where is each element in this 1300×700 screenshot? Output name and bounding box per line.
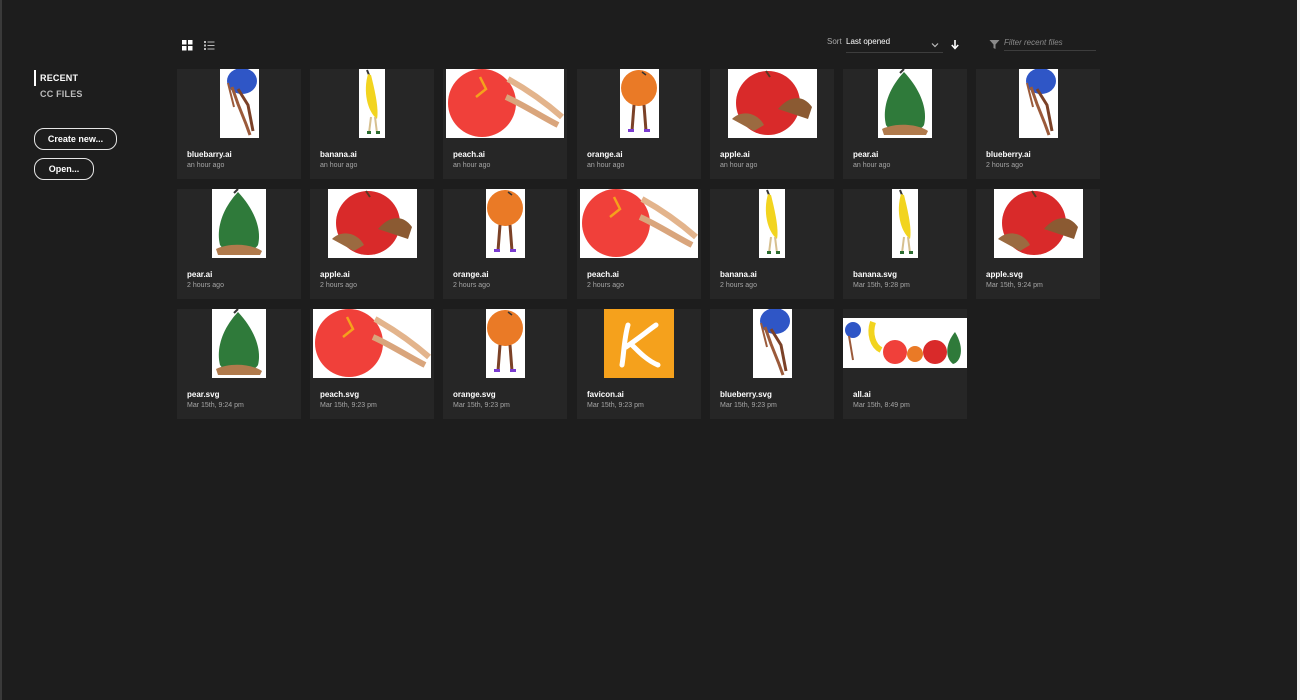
file-name: apple.ai <box>320 270 350 279</box>
file-name: peach.svg <box>320 390 360 399</box>
file-card[interactable]: banana.ai an hour ago <box>310 69 434 179</box>
sort-dropdown-underline <box>846 52 943 53</box>
file-thumbnail[interactable] <box>620 69 659 138</box>
file-date: Mar 15th, 9:28 pm <box>853 282 910 289</box>
file-thumbnail[interactable] <box>728 69 817 138</box>
file-date: Mar 15th, 8:49 pm <box>853 402 910 409</box>
file-thumbnail[interactable] <box>486 309 525 378</box>
nav-item-cc-files[interactable]: CC FILES <box>34 86 83 102</box>
file-date: Mar 15th, 9:24 pm <box>986 282 1043 289</box>
sort-label: Sort <box>827 37 842 46</box>
file-name: favicon.ai <box>587 390 624 399</box>
file-date: an hour ago <box>853 162 891 169</box>
file-thumbnail[interactable] <box>313 309 431 378</box>
file-name: banana.svg <box>853 270 898 279</box>
file-thumbnail[interactable] <box>878 69 932 138</box>
file-thumbnail[interactable] <box>892 189 918 258</box>
sort-dropdown[interactable]: Last opened <box>846 37 890 46</box>
file-date: 2 hours ago <box>986 162 1023 169</box>
file-card[interactable]: peach.ai an hour ago <box>443 69 567 179</box>
file-name: blueberry.svg <box>720 390 772 399</box>
file-name: apple.svg <box>986 270 1023 279</box>
file-card[interactable]: bluebarry.ai an hour ago <box>177 69 301 179</box>
file-card[interactable]: pear.ai an hour ago <box>843 69 967 179</box>
file-card[interactable]: banana.ai 2 hours ago <box>710 189 834 299</box>
file-name: all.ai <box>853 390 871 399</box>
file-date: an hour ago <box>720 162 758 169</box>
file-date: an hour ago <box>320 162 358 169</box>
file-date: 2 hours ago <box>320 282 357 289</box>
file-card[interactable]: orange.svg Mar 15th, 9:23 pm <box>443 309 567 419</box>
file-card[interactable]: blueberry.ai 2 hours ago <box>976 69 1100 179</box>
left-nav: RECENT CC FILES <box>34 70 83 102</box>
file-card[interactable]: orange.ai an hour ago <box>577 69 701 179</box>
file-thumbnail[interactable] <box>759 189 785 258</box>
file-name: peach.ai <box>453 150 486 159</box>
file-card[interactable]: blueberry.svg Mar 15th, 9:23 pm <box>710 309 834 419</box>
file-card[interactable]: pear.svg Mar 15th, 9:24 pm <box>177 309 301 419</box>
file-card[interactable]: banana.svg Mar 15th, 9:28 pm <box>843 189 967 299</box>
file-thumbnail[interactable] <box>446 69 564 138</box>
file-name: bluebarry.ai <box>187 150 232 159</box>
file-thumbnail[interactable] <box>994 189 1083 258</box>
filter-recent-files-input[interactable] <box>1004 34 1096 51</box>
create-new-button[interactable]: Create new... <box>34 128 117 150</box>
file-name: pear.svg <box>187 390 220 399</box>
file-thumbnail[interactable] <box>604 309 674 378</box>
file-thumbnail[interactable] <box>580 189 698 258</box>
file-thumbnail[interactable] <box>220 69 259 138</box>
file-card[interactable]: apple.svg Mar 15th, 9:24 pm <box>976 189 1100 299</box>
file-date: Mar 15th, 9:23 pm <box>587 402 644 409</box>
file-name: pear.ai <box>187 270 213 279</box>
file-thumbnail[interactable] <box>843 318 967 368</box>
file-card[interactable]: favicon.ai Mar 15th, 9:23 pm <box>577 309 701 419</box>
nav-item-recent[interactable]: RECENT <box>34 70 83 86</box>
file-name: blueberry.ai <box>986 150 1031 159</box>
chevron-down-icon[interactable] <box>930 37 940 48</box>
file-name: pear.ai <box>853 150 879 159</box>
list-view-icon[interactable] <box>204 38 215 50</box>
file-card[interactable]: peach.svg Mar 15th, 9:23 pm <box>310 309 434 419</box>
filter-funnel-icon <box>989 37 1000 49</box>
arrow-down-icon[interactable] <box>950 37 960 50</box>
file-name: banana.ai <box>320 150 357 159</box>
file-card[interactable]: apple.ai 2 hours ago <box>310 189 434 299</box>
file-date: 2 hours ago <box>720 282 757 289</box>
file-name: orange.svg <box>453 390 496 399</box>
file-date: an hour ago <box>453 162 491 169</box>
file-name: orange.ai <box>453 270 489 279</box>
file-card[interactable]: apple.ai an hour ago <box>710 69 834 179</box>
window-left-edge <box>0 0 2 700</box>
file-card[interactable]: orange.ai 2 hours ago <box>443 189 567 299</box>
file-thumbnail[interactable] <box>212 309 266 378</box>
file-date: Mar 15th, 9:23 pm <box>720 402 777 409</box>
file-card[interactable]: pear.ai 2 hours ago <box>177 189 301 299</box>
file-thumbnail[interactable] <box>753 309 792 378</box>
file-date: an hour ago <box>587 162 625 169</box>
open-button[interactable]: Open... <box>34 158 94 180</box>
file-name: banana.ai <box>720 270 757 279</box>
file-name: peach.ai <box>587 270 620 279</box>
file-card[interactable]: all.ai Mar 15th, 8:49 pm <box>843 309 967 419</box>
file-date: 2 hours ago <box>587 282 624 289</box>
file-thumbnail[interactable] <box>212 189 266 258</box>
file-name: apple.ai <box>720 150 750 159</box>
file-thumbnail[interactable] <box>1019 69 1058 138</box>
file-date: 2 hours ago <box>453 282 490 289</box>
grid-view-icon[interactable] <box>182 38 193 51</box>
file-date: Mar 15th, 9:23 pm <box>320 402 377 409</box>
file-date: Mar 15th, 9:23 pm <box>453 402 510 409</box>
file-thumbnail[interactable] <box>486 189 525 258</box>
file-thumbnail[interactable] <box>328 189 417 258</box>
file-thumbnail[interactable] <box>359 69 385 138</box>
file-date: an hour ago <box>187 162 225 169</box>
file-card[interactable]: peach.ai 2 hours ago <box>577 189 701 299</box>
file-name: orange.ai <box>587 150 623 159</box>
file-date: 2 hours ago <box>187 282 224 289</box>
file-date: Mar 15th, 9:24 pm <box>187 402 244 409</box>
